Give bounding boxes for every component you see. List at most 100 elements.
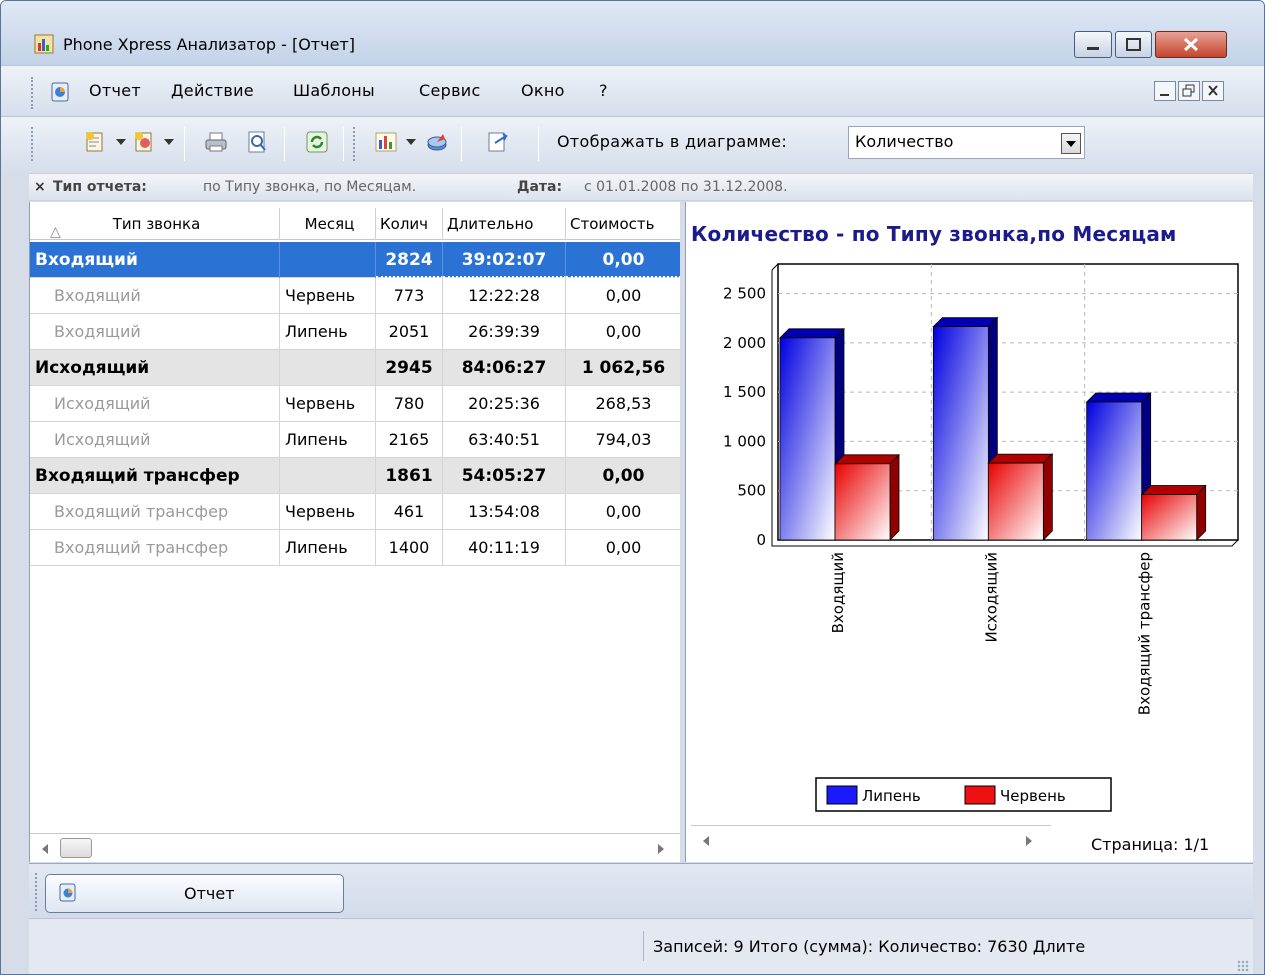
scroll-left-icon[interactable]	[42, 844, 48, 854]
status-separator	[643, 931, 644, 961]
menu-report[interactable]: Отчет	[89, 81, 141, 100]
y-tick-label: 1 000	[723, 432, 766, 450]
cost-cell: 0,00	[605, 502, 642, 521]
duration-cell: 12:22:28	[443, 278, 566, 314]
cost-cell: 0,00	[566, 242, 681, 278]
toolbar-separator	[461, 127, 462, 161]
print-preview-icon[interactable]	[245, 130, 269, 154]
mdi-minimize-button[interactable]	[1154, 81, 1176, 101]
new-report-icon[interactable]	[83, 130, 107, 154]
open-report-dropdown-icon[interactable]	[164, 139, 174, 145]
menu-window[interactable]: Окно	[521, 81, 565, 100]
call-type-cell: Входящий	[30, 278, 280, 314]
table-group-row[interactable]: Входящий трансфер 1861 54:05:27 0,00	[30, 458, 681, 494]
chart-type-dropdown-icon[interactable]	[406, 139, 416, 145]
mdi-close-button[interactable]	[1202, 81, 1224, 101]
chart-display-value: Количество	[855, 132, 954, 151]
cost-cell: 268,53	[595, 394, 652, 413]
quantity-cell: 2165	[376, 422, 443, 458]
scroll-right-icon[interactable]	[1026, 836, 1032, 846]
menu-service[interactable]: Сервис	[419, 81, 481, 100]
status-bar: Записей: 9 Итого (сумма): Количество: 76…	[29, 918, 1253, 974]
call-type-cell: Исходящий	[30, 350, 280, 386]
cost-cell: 0,00	[605, 286, 642, 305]
duration-cell: 84:06:27	[443, 350, 566, 386]
y-tick-label: 0	[756, 531, 766, 549]
toolbar-separator	[538, 127, 539, 161]
report-type-value: по Типу звонка, по Месяцам.	[203, 179, 417, 195]
column-header-month[interactable]: Месяц	[280, 208, 376, 240]
table-row[interactable]: Исходящий Червень 780 20:25:36 268,53	[30, 386, 681, 422]
column-header-call-type[interactable]: △ Тип звонка	[30, 208, 280, 240]
maximize-button[interactable]	[1115, 31, 1152, 58]
quantity-cell: 1400	[376, 530, 443, 566]
toolbar-grip[interactable]	[31, 127, 35, 161]
date-range-value: с 01.01.2008 по 31.12.2008.	[584, 179, 788, 195]
new-report-dropdown-icon[interactable]	[116, 139, 126, 145]
table-row[interactable]: Входящий трансфер Червень 461 13:54:08 0,00	[30, 494, 681, 530]
legend-swatch	[826, 785, 858, 805]
y-tick-label: 2 500	[723, 285, 766, 303]
report-document-icon[interactable]	[49, 81, 71, 103]
call-type-cell: Входящий	[30, 242, 280, 278]
table-row[interactable]: Входящий Липень 2051 26:39:39 0,00	[30, 314, 681, 350]
mdi-restore-button[interactable]	[1178, 81, 1200, 101]
minimize-button[interactable]	[1074, 31, 1112, 58]
chevron-down-icon[interactable]	[1061, 133, 1081, 154]
table-row[interactable]: Входящий трансфер Липень 1400 40:11:19 0,00	[30, 530, 681, 566]
scroll-left-icon[interactable]	[703, 836, 709, 846]
column-header-duration[interactable]: Длительно	[443, 208, 566, 240]
toolbar-separator	[343, 127, 344, 161]
duration-cell: 20:25:36	[443, 386, 566, 422]
chart-horizontal-scrollbar[interactable]	[691, 825, 1051, 853]
call-type-cell: Входящий	[30, 314, 280, 350]
bar	[834, 463, 891, 541]
resize-grip-icon[interactable]	[1237, 960, 1249, 972]
quantity-cell: 2945	[376, 350, 443, 386]
menu-templates[interactable]: Шаблоны	[293, 81, 375, 100]
column-header-quantity[interactable]: Колич	[376, 208, 443, 240]
toolbar-grip[interactable]	[353, 127, 357, 161]
table-row[interactable]: Входящий Червень 773 12:22:28 0,00	[30, 278, 681, 314]
menu-grip[interactable]	[31, 77, 35, 109]
chart-settings-icon[interactable]	[425, 130, 449, 154]
export-icon[interactable]	[486, 130, 510, 154]
menu-help[interactable]: ?	[599, 81, 608, 100]
duration-cell: 39:02:07	[443, 242, 566, 278]
report-document-icon	[59, 883, 76, 902]
chart-type-icon[interactable]	[374, 130, 398, 154]
x-tick-label: Входящий трансфер	[1136, 552, 1154, 715]
table-group-row[interactable]: Исходящий 2945 84:06:27 1 062,56	[30, 350, 681, 386]
menu-action[interactable]: Действие	[171, 81, 254, 100]
cost-cell: 0,00	[602, 466, 645, 486]
legend-label: Червень	[1000, 787, 1066, 805]
table-group-row[interactable]: Входящий 2824 39:02:07 0,00	[30, 242, 681, 278]
scroll-right-icon[interactable]	[658, 844, 664, 854]
chart-display-select[interactable]: Количество	[848, 126, 1085, 159]
scrollbar-thumb[interactable]	[60, 838, 92, 858]
tabstrip-grip[interactable]	[35, 873, 39, 911]
minimize-icon	[1160, 94, 1169, 96]
y-tick-label: 500	[737, 482, 766, 500]
cost-cell: 0,00	[605, 538, 642, 557]
call-type-cell: Входящий трансфер	[30, 530, 280, 566]
table-row[interactable]: Исходящий Липень 2165 63:40:51 794,03	[30, 422, 681, 458]
bar-top	[834, 454, 900, 465]
refresh-icon[interactable]	[305, 130, 329, 154]
bar	[1141, 494, 1198, 541]
close-button[interactable]	[1155, 31, 1227, 58]
month-cell: Червень	[280, 278, 376, 314]
print-icon[interactable]	[204, 130, 228, 154]
bar	[987, 462, 1044, 541]
column-header-cost[interactable]: Стоимость	[566, 208, 681, 240]
tab-report[interactable]: Отчет	[45, 874, 344, 913]
open-report-icon[interactable]	[132, 130, 156, 154]
bar	[1086, 401, 1143, 541]
cost-cell: 0,00	[605, 322, 642, 341]
chart-panel: Количество - по Типу звонка,по Месяцам 0…	[685, 202, 1253, 862]
status-summary: Записей: 9 Итого (сумма): Количество: 76…	[653, 937, 1086, 956]
grid-horizontal-scrollbar[interactable]	[30, 833, 681, 861]
filter-close-icon[interactable]: ×	[34, 179, 46, 195]
app-chart-icon	[34, 34, 54, 54]
x-tick-label: Исходящий	[982, 552, 1000, 643]
